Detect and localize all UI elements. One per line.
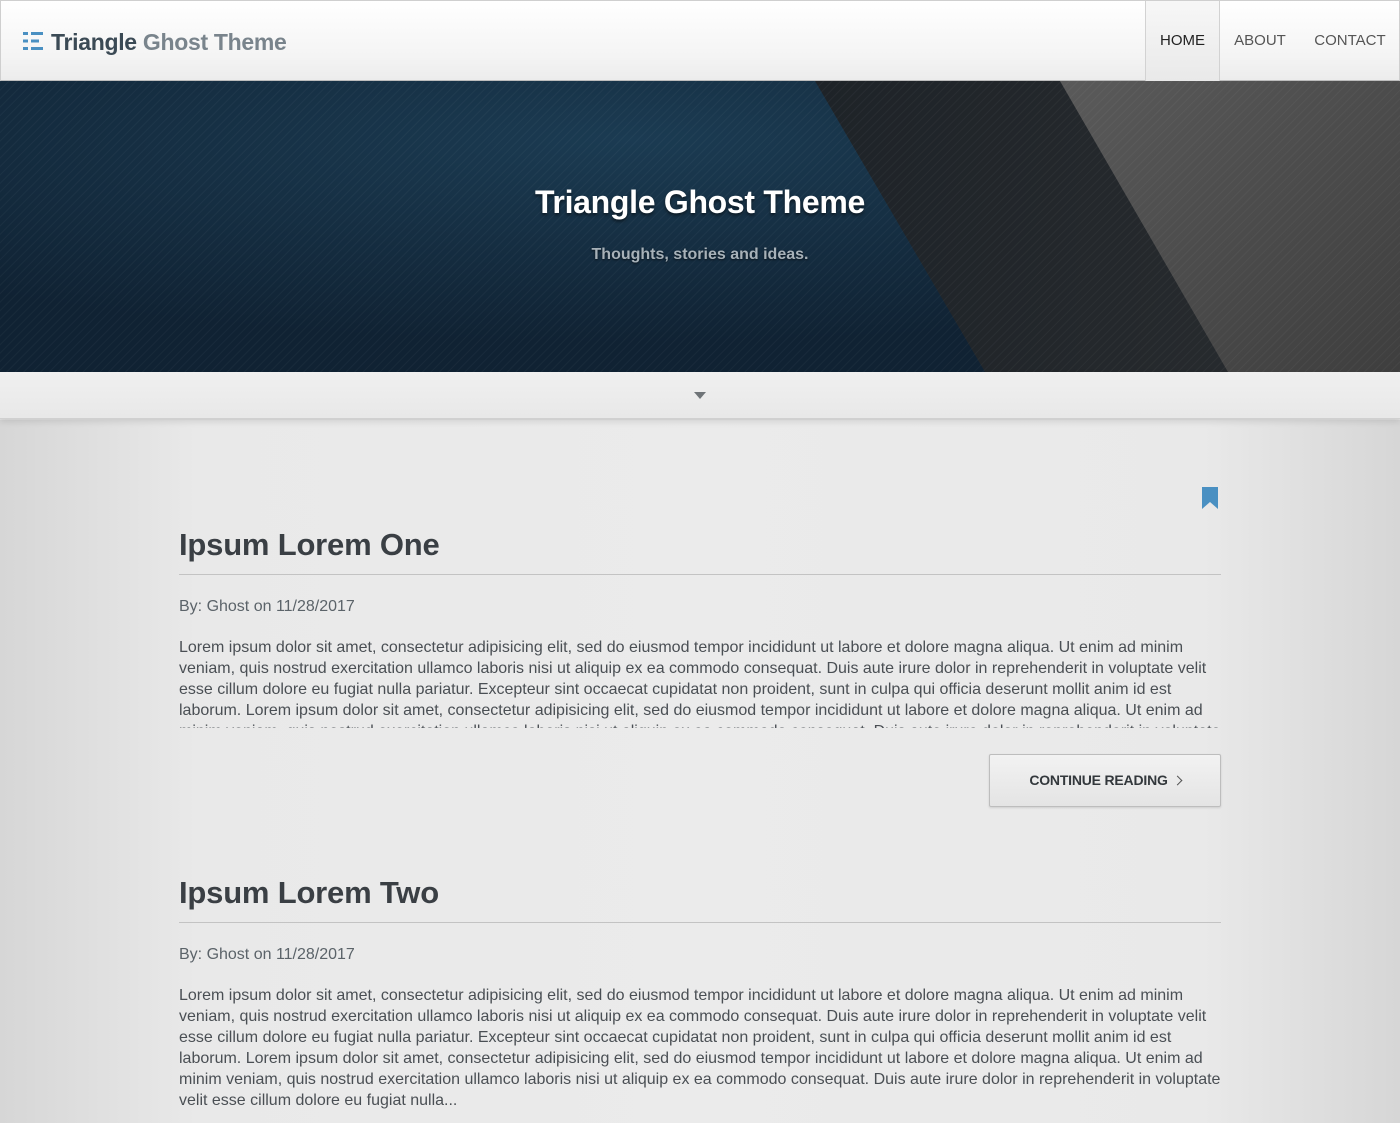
hero-background-triangles xyxy=(0,81,1400,372)
hero-subtitle: Thoughts, stories and ideas. xyxy=(591,246,809,263)
top-navbar: Triangle Ghost Theme HOME ABOUT CONTACT xyxy=(0,0,1400,81)
post-card: Ipsum Lorem Two By: Ghost on 11/28/2017 … xyxy=(179,873,1221,1111)
scroll-down-bar xyxy=(0,372,1400,419)
continue-reading-label: CONTINUE READING xyxy=(1029,772,1168,788)
post-meta: By: Ghost on 11/28/2017 xyxy=(179,598,355,615)
post-title[interactable]: Ipsum Lorem One xyxy=(179,525,1221,565)
post-excerpt: Lorem ipsum dolor sit amet, consectetur … xyxy=(179,987,1221,1109)
caret-down-icon[interactable] xyxy=(690,387,710,403)
list-icon xyxy=(23,32,43,50)
nav-contact-link[interactable]: CONTACT xyxy=(1305,1,1395,81)
hero-title: Triangle Ghost Theme xyxy=(534,184,866,220)
hero-banner: Triangle Ghost Theme Thoughts, stories a… xyxy=(0,81,1400,372)
nav-home-link[interactable]: HOME xyxy=(1145,1,1220,81)
divider xyxy=(179,574,1221,575)
divider xyxy=(179,922,1221,923)
continue-reading-button[interactable]: CONTINUE READING xyxy=(989,754,1221,807)
post-meta: By: Ghost on 11/28/2017 xyxy=(179,946,355,963)
post-title[interactable]: Ipsum Lorem Two xyxy=(179,873,1221,913)
site-logo[interactable]: Triangle Ghost Theme xyxy=(51,27,287,57)
logo-text-secondary: Ghost Theme xyxy=(142,29,287,55)
logo-text-primary: Triangle xyxy=(51,29,137,55)
post-card: Ipsum Lorem One By: Ghost on 11/28/2017 … xyxy=(179,525,1221,728)
nav-about-link[interactable]: ABOUT xyxy=(1227,1,1293,81)
post-excerpt: Lorem ipsum dolor sit amet, consectetur … xyxy=(179,639,1220,728)
chevron-right-icon xyxy=(1172,775,1183,786)
bookmark-icon[interactable] xyxy=(1201,487,1219,509)
